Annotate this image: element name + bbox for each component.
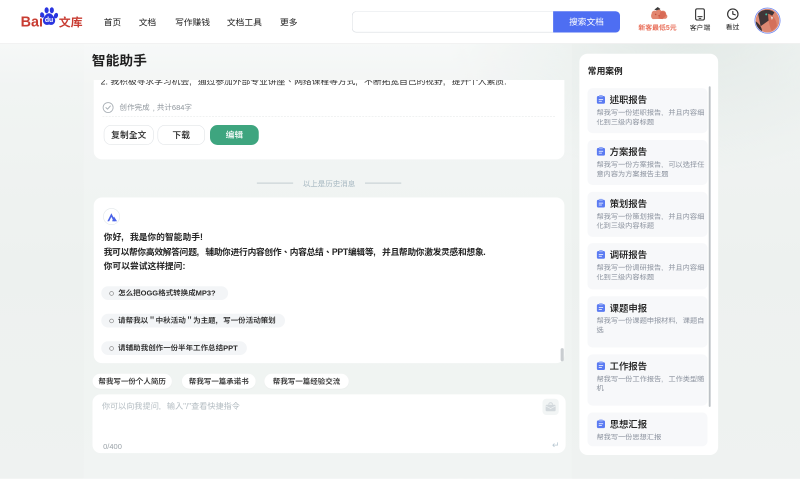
svg-text:du: du	[45, 17, 53, 24]
